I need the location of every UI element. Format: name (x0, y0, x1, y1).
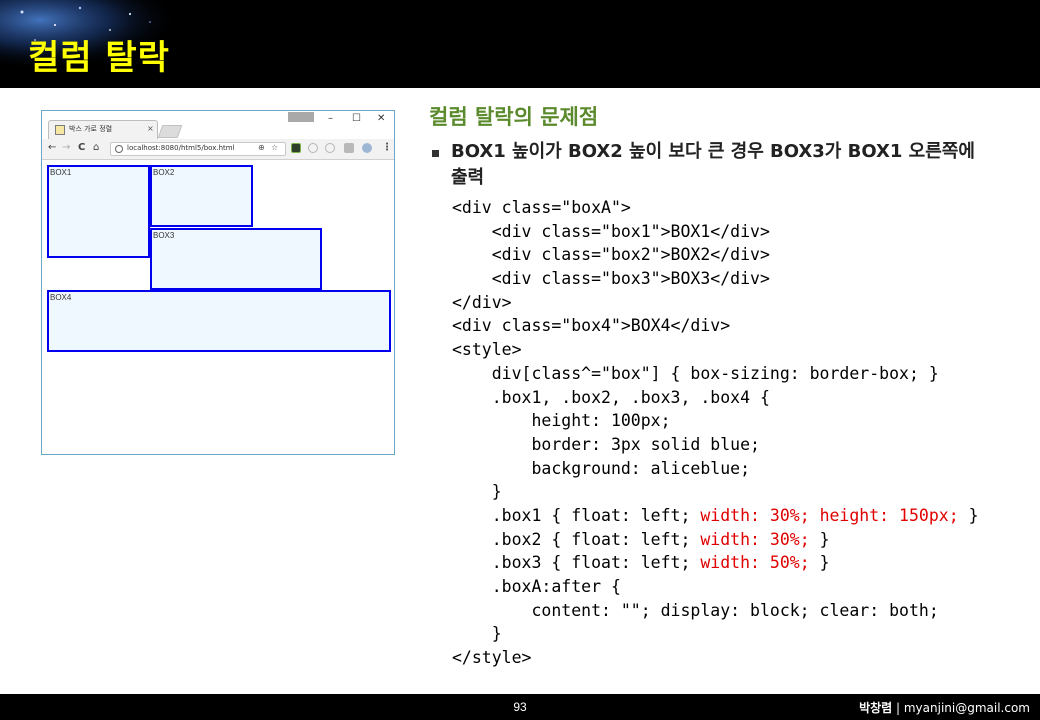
code-line: border: 3px solid blue; (452, 434, 760, 454)
code-line: <div class="box4">BOX4</div> (452, 316, 731, 336)
box4: BOX4 (47, 290, 391, 352)
extension-icon[interactable] (291, 143, 301, 153)
author-name: 박창렴 (859, 701, 893, 715)
box-label: BOX4 (50, 293, 72, 302)
extension-icon[interactable] (344, 143, 354, 153)
forward-icon[interactable]: → (62, 142, 70, 153)
code-line: .box3 { float: left; width: 50%; } (452, 551, 1032, 575)
tab-strip: 박스 가로 정렬 × – ☐ ✕ (42, 111, 394, 139)
browser-screenshot: 박스 가로 정렬 × – ☐ ✕ ← → C ⌂ localhost:8080/… (41, 110, 395, 455)
address-bar[interactable]: localhost:8080/html5/box.html ⊕ ☆ (110, 142, 286, 156)
bullet-square-icon (432, 150, 439, 157)
code-line: height: 100px; (452, 411, 671, 431)
page-viewport: BOX1 BOX2 BOX3 BOX4 (42, 160, 394, 454)
close-window-icon[interactable]: ✕ (377, 113, 385, 124)
code-line: <div class="box2">BOX2</div> (452, 245, 770, 265)
footer-separator: | (892, 701, 904, 715)
code-line: <div class="box3">BOX3</div> (452, 269, 770, 289)
code-line: .boxA:after { (452, 577, 621, 596)
new-tab-button[interactable] (157, 125, 183, 138)
box1: BOX1 (47, 165, 150, 258)
box-label: BOX1 (50, 168, 72, 177)
slide-footer: 93 박창렴 | myanjini@gmail.com (0, 694, 1040, 720)
box-label: BOX3 (153, 231, 175, 240)
code-highlight: width: 30%; (700, 529, 810, 549)
code-line: <div class="box1">BOX1</div> (452, 221, 770, 241)
code-segment: } (809, 553, 830, 573)
code-line: background: aliceblue; (452, 458, 751, 478)
box-label: BOX2 (153, 168, 175, 177)
bullet-text: BOX1 높이가 BOX2 높이 보다 큰 경우 BOX3가 BOX1 오른쪽에… (451, 141, 975, 188)
reload-icon[interactable]: C (78, 142, 85, 153)
section-heading: 컬럼 탈락의 문제점 (429, 105, 599, 129)
code-highlight: width: 30%; height: 150px; (700, 505, 959, 525)
slide-title: 컬럼 탈락 (28, 38, 170, 78)
box3: BOX3 (150, 228, 322, 290)
code-line: .box2 { float: left; width: 30%; } (452, 528, 1032, 552)
tab-close-icon[interactable]: × (147, 124, 154, 133)
browser-toolbar: ← → C ⌂ localhost:8080/html5/box.html ⊕ … (42, 139, 394, 160)
extension-icon[interactable] (308, 143, 318, 153)
code-segment: } (809, 529, 830, 549)
code-line: } (452, 482, 502, 502)
extension-icon[interactable] (362, 143, 372, 153)
author-email: myanjini@gmail.com (903, 701, 1030, 715)
page-number: 93 (513, 700, 527, 714)
code-line: div[class^="box"] { box-sizing: border-b… (452, 363, 939, 383)
minimize-icon[interactable]: – (328, 113, 333, 124)
tab-title: 박스 가로 정렬 (69, 125, 113, 133)
code-segment: .box3 { float: left; (452, 553, 701, 573)
zoom-icon[interactable]: ⊕ (258, 143, 265, 152)
profile-badge[interactable] (288, 112, 314, 122)
slide-header: 컬럼 탈락 (0, 0, 1040, 88)
code-segment: } (958, 505, 979, 525)
menu-icon[interactable]: ⋮ (382, 142, 392, 153)
box2: BOX2 (150, 165, 253, 227)
code-line: .box1, .box2, .box3, .box4 { (452, 387, 770, 407)
code-line: </style> (452, 648, 532, 668)
code-highlight: width: 50%; (700, 553, 810, 573)
home-icon[interactable]: ⌂ (93, 142, 99, 153)
footer-author: 박창렴 | myanjini@gmail.com (859, 699, 1030, 716)
back-icon[interactable]: ← (48, 142, 56, 153)
code-segment: .box1 { float: left; (452, 505, 701, 525)
site-info-icon[interactable] (115, 145, 123, 153)
code-line: </div> (452, 292, 512, 312)
code-line: <div class="boxA"> (452, 198, 631, 217)
code-segment: .box2 { float: left; (452, 529, 701, 549)
browser-tab[interactable]: 박스 가로 정렬 × (48, 120, 158, 139)
code-line: .box1 { float: left; width: 30%; height:… (452, 504, 1032, 528)
url-text: localhost:8080/html5/box.html (127, 144, 235, 152)
code-line: } (452, 624, 502, 644)
code-block: <div class="boxA"> <div class="box1">BOX… (452, 196, 1032, 670)
extension-icon[interactable] (325, 143, 335, 153)
page-favicon-icon (55, 125, 65, 135)
code-line: content: ""; display: block; clear: both… (452, 600, 939, 620)
maximize-icon[interactable]: ☐ (352, 113, 361, 124)
bookmark-star-icon[interactable]: ☆ (271, 143, 278, 152)
code-line: <style> (452, 340, 522, 360)
